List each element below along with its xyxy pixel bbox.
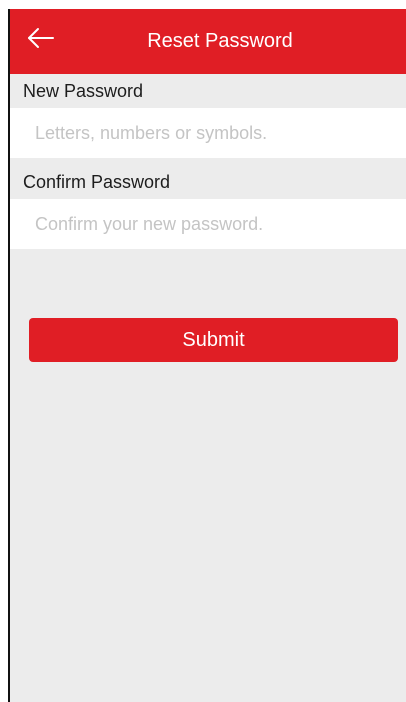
nav-bar: Reset Password	[10, 9, 406, 74]
confirm-password-field-container	[10, 199, 406, 249]
app-screen: Reset Password New Password Confirm Pass…	[8, 9, 406, 702]
confirm-password-label: Confirm Password	[10, 165, 406, 199]
back-button[interactable]	[26, 23, 70, 63]
confirm-password-input[interactable]	[10, 199, 406, 249]
new-password-label: New Password	[10, 74, 406, 108]
new-password-field-container	[10, 108, 406, 158]
submit-button[interactable]: Submit	[29, 318, 398, 362]
new-password-input[interactable]	[10, 108, 406, 158]
arrow-left-icon	[28, 28, 54, 48]
